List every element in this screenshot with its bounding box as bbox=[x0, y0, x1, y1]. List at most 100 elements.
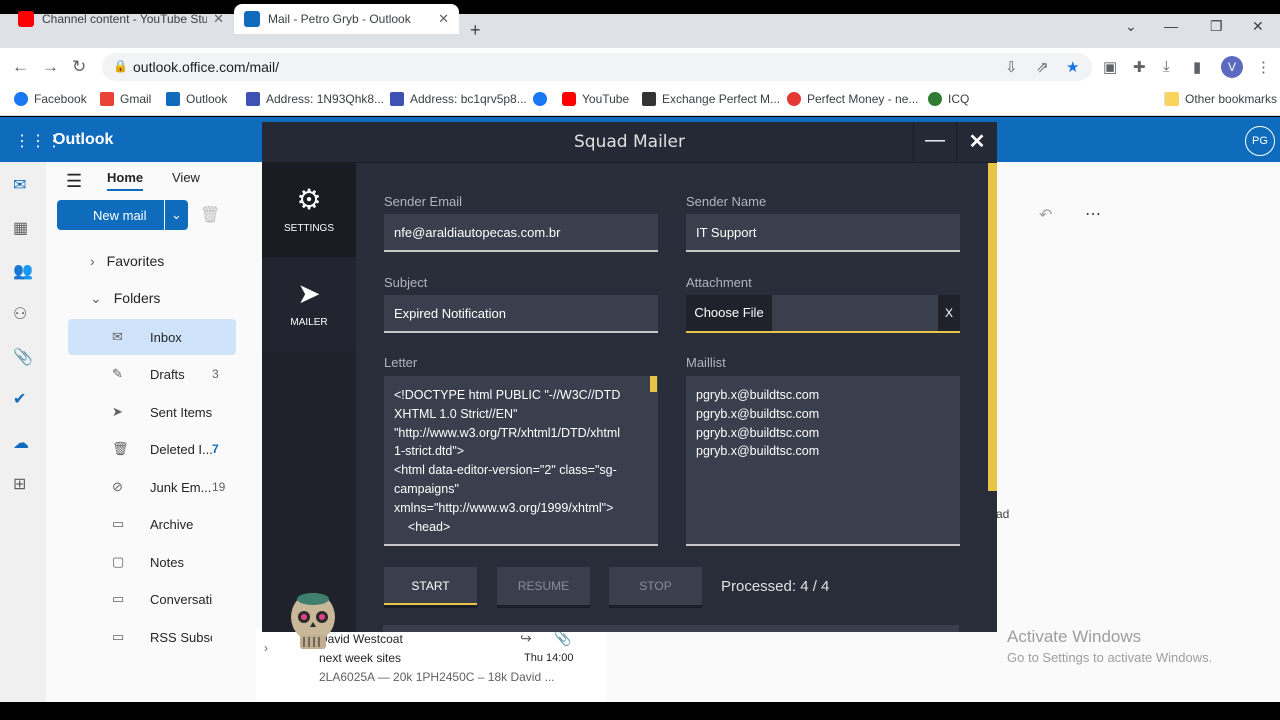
more-options-icon[interactable]: ⋯ bbox=[1085, 204, 1101, 224]
profile-avatar[interactable]: V bbox=[1221, 56, 1243, 78]
lock-icon[interactable]: 🔒 bbox=[113, 59, 128, 73]
folder-label: Drafts bbox=[150, 366, 185, 382]
youtube-icon bbox=[562, 92, 576, 106]
bookmark-icq[interactable]: ICQ bbox=[928, 92, 969, 106]
back-arrow-icon[interactable]: ← bbox=[12, 57, 29, 77]
maillist-textarea[interactable]: pgryb.x@buildtsc.com pgryb.x@buildtsc.co… bbox=[686, 376, 960, 546]
sidebar-item-settings[interactable]: ⚙ SETTINGS bbox=[262, 163, 356, 257]
install-app-icon[interactable]: ⇩ bbox=[1005, 58, 1018, 76]
stop-button[interactable]: STOP bbox=[609, 567, 702, 605]
delete-icon[interactable]: 🗑 bbox=[200, 205, 220, 225]
screen-bottom-edge bbox=[0, 702, 1280, 720]
app-title[interactable]: Outlook bbox=[53, 131, 113, 149]
resume-button[interactable]: RESUME bbox=[497, 567, 590, 605]
peek-text: ad bbox=[996, 507, 1010, 521]
tab-search-icon[interactable]: ⌄ bbox=[1125, 18, 1137, 35]
trash-icon: 🗑 bbox=[112, 441, 129, 456]
gmail-icon bbox=[100, 92, 114, 106]
start-button[interactable]: START bbox=[384, 567, 477, 605]
letter-scrollbar[interactable] bbox=[650, 376, 657, 392]
bookmark-star-icon[interactable]: ★ bbox=[1066, 58, 1079, 76]
calendar-icon[interactable]: ▦ bbox=[13, 218, 28, 238]
favorites-header[interactable]: › Favorites bbox=[90, 253, 164, 269]
folder-deleted-items[interactable]: 🗑 Deleted I... 7 bbox=[70, 431, 236, 467]
outlook-icon bbox=[244, 11, 260, 27]
close-tab-icon[interactable]: ✕ bbox=[213, 11, 224, 27]
undo-icon[interactable]: ↶ bbox=[1039, 205, 1052, 225]
share-icon[interactable]: ⇗ bbox=[1036, 58, 1049, 76]
letter-line: campaigns" bbox=[394, 481, 459, 496]
url-text[interactable]: outlook.office.com/mail/ bbox=[133, 59, 279, 75]
reload-icon[interactable]: ↻ bbox=[72, 57, 86, 77]
new-mail-button[interactable]: New mail ⌄ bbox=[57, 200, 188, 230]
folders-header[interactable]: ⌄ Folders bbox=[90, 290, 160, 307]
sender-name-field[interactable]: IT Support bbox=[686, 214, 960, 252]
chevron-right-icon[interactable]: › bbox=[264, 641, 268, 655]
clear-attachment-button[interactable]: X bbox=[938, 295, 960, 331]
todo-icon[interactable]: ✔ bbox=[13, 389, 26, 409]
bookmark-address-2[interactable]: Address: bc1qrv5p8... bbox=[390, 92, 527, 106]
folder-junk-email[interactable]: ⊘ Junk Em... 19 bbox=[70, 469, 236, 505]
downloads-icon[interactable]: ⤓ bbox=[1163, 58, 1170, 75]
bookmark-label: Facebook bbox=[34, 92, 87, 106]
folder-inbox[interactable]: ✉ Inbox bbox=[68, 319, 236, 355]
menu-kebab-icon[interactable]: ⋮ bbox=[1256, 58, 1271, 76]
bookmark-gmail[interactable]: Gmail bbox=[100, 92, 151, 106]
tab-view[interactable]: View bbox=[172, 170, 200, 185]
activate-windows-subtitle: Go to Settings to activate Windows. bbox=[1007, 650, 1213, 665]
close-button[interactable]: ✕ bbox=[956, 122, 997, 163]
attachment-icon[interactable]: 📎 bbox=[13, 347, 33, 367]
close-tab-icon[interactable]: ✕ bbox=[438, 11, 449, 27]
nav-toggle-icon[interactable]: ☰ bbox=[66, 171, 82, 192]
drafts-icon: ✎ bbox=[112, 366, 123, 381]
sender-name-label: Sender Name bbox=[686, 194, 767, 209]
chevron-down-icon: ⌄ bbox=[90, 290, 102, 306]
folder-notes[interactable]: ▢ Notes bbox=[70, 544, 236, 580]
bookmark-facebook[interactable]: Facebook bbox=[14, 92, 87, 106]
bookmark-label: Address: 1N93Qhk8... bbox=[266, 92, 385, 106]
people-icon[interactable]: 👥 bbox=[13, 261, 33, 281]
folder-sent-items[interactable]: ➤ Sent Items bbox=[70, 394, 236, 430]
attachment-label: Attachment bbox=[686, 275, 752, 290]
groups-icon[interactable]: ⚇ bbox=[13, 304, 27, 324]
forward-arrow-icon[interactable]: → bbox=[42, 57, 59, 77]
user-avatar[interactable]: PG bbox=[1245, 126, 1275, 156]
bookmark-youtube[interactable]: YouTube bbox=[562, 92, 629, 106]
window-scrollbar[interactable] bbox=[988, 163, 997, 491]
other-bookmarks[interactable]: Other bookmarks bbox=[1164, 92, 1277, 106]
bookmark-exchange[interactable]: Exchange Perfect M... bbox=[642, 92, 780, 106]
folder-archive[interactable]: ▭ Archive bbox=[70, 506, 236, 542]
restore-window-button[interactable]: ❐ bbox=[1210, 18, 1223, 35]
bookmark-outlook[interactable]: Outlook bbox=[166, 92, 227, 106]
sidebar-item-label: SETTINGS bbox=[283, 223, 334, 234]
more-apps-icon[interactable]: ⊞ bbox=[13, 474, 26, 494]
bookmark-address-1[interactable]: Address: 1N93Qhk8... bbox=[246, 92, 384, 106]
puzzle-icon[interactable]: ✚ bbox=[1133, 58, 1146, 76]
minimize-button[interactable]: — bbox=[913, 122, 956, 163]
new-tab-button[interactable]: + bbox=[470, 20, 481, 41]
close-window-button[interactable]: ✕ bbox=[1252, 18, 1264, 35]
tab-outlook-mail[interactable]: Mail - Petro Gryb - Outlook ✕ bbox=[234, 4, 459, 34]
maillist-label: Maillist bbox=[686, 355, 726, 370]
sender-email-field[interactable]: nfe@araldiautopecas.com.br bbox=[384, 214, 658, 252]
sidebar-item-mailer[interactable]: ➤ MAILER bbox=[262, 257, 356, 351]
subject-label: Subject bbox=[384, 275, 428, 290]
chevron-down-icon[interactable]: ⌄ bbox=[164, 200, 188, 230]
folder-conversation-history[interactable]: ▭ Conversati... bbox=[70, 581, 236, 617]
minimize-window-button[interactable]: — bbox=[1164, 18, 1178, 34]
bookmark-facebook-2[interactable] bbox=[533, 92, 553, 106]
mail-icon[interactable]: ✉ bbox=[13, 175, 26, 195]
tab-youtube-studio[interactable]: Channel content - YouTube Studio ✕ bbox=[8, 4, 234, 34]
onedrive-icon[interactable]: ☁ bbox=[13, 433, 29, 453]
choose-file-button[interactable]: Choose File bbox=[686, 295, 772, 331]
folder-rss-subscriptions[interactable]: ▭ RSS Subscr... bbox=[70, 619, 236, 655]
folder-label: Conversati... bbox=[150, 591, 212, 607]
folder-label: Inbox bbox=[150, 329, 182, 345]
folder-drafts[interactable]: ✎ Drafts 3 bbox=[70, 356, 236, 392]
subject-field[interactable]: Expired Notification bbox=[384, 295, 658, 333]
tab-home[interactable]: Home bbox=[107, 170, 144, 191]
letter-textarea[interactable]: <!DOCTYPE html PUBLIC "-//W3C//DTD XHTML… bbox=[384, 376, 658, 546]
bookmark-perfect-money[interactable]: Perfect Money - ne... bbox=[787, 92, 918, 106]
extension-icon[interactable]: ▣ bbox=[1103, 58, 1117, 76]
side-panel-icon[interactable]: ▮ bbox=[1193, 58, 1201, 76]
